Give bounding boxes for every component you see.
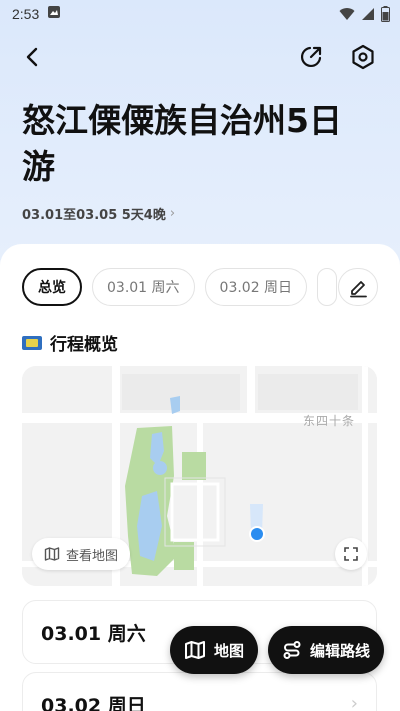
view-map-button[interactable]: 查看地图 — [32, 538, 131, 570]
overview-title-text: 行程概览 — [50, 335, 118, 355]
route-icon — [283, 641, 301, 659]
trip-dates-label: 03.01至03.05 5天4晚 — [22, 208, 166, 223]
wifi-icon — [339, 7, 355, 25]
map-street-label: 东四十条 — [302, 414, 355, 428]
tab-day-2[interactable]: 03.02 周日 — [204, 268, 308, 306]
battery-icon — [381, 6, 390, 26]
edit-tabs-button[interactable] — [338, 268, 378, 306]
map-button[interactable]: 地图 — [170, 626, 259, 674]
share-icon — [301, 46, 322, 67]
share-button[interactable] — [296, 42, 326, 72]
edit-route-label: 编辑路线 — [310, 641, 371, 660]
back-arrow-icon — [26, 47, 38, 67]
tab-day-3-partial[interactable] — [317, 268, 338, 306]
top-nav — [0, 40, 400, 76]
edit-route-button[interactable]: 编辑路线 — [268, 626, 385, 674]
day-tabs: 总览 03.01 周六 03.02 周日 — [22, 268, 338, 306]
overview-section-title: 行程概览 — [22, 330, 118, 355]
chevron-right-icon: › — [350, 693, 358, 711]
fullscreen-button[interactable] — [335, 538, 367, 570]
day-card-2-label: 03.02 周日 — [41, 694, 146, 711]
status-bar: 2:53 — [0, 0, 400, 28]
status-time: 2:53 — [12, 6, 40, 22]
fullscreen-icon — [344, 547, 358, 561]
trip-map[interactable]: 东四十条 查看地图 — [22, 366, 377, 586]
trip-dates[interactable]: 03.01至03.05 5天4晚 › — [22, 204, 175, 223]
cell-signal-icon — [361, 7, 375, 25]
map-fold-icon — [185, 641, 205, 659]
day-card-1-label: 03.01 周六 — [41, 622, 146, 645]
map-icon — [44, 547, 60, 561]
day-card-2[interactable]: 03.02 周日 › — [22, 672, 377, 711]
tab-overview[interactable]: 总览 — [22, 268, 82, 306]
page-title: 怒江傈僳族自治州5日游 — [22, 101, 342, 186]
chevron-right-icon: › — [169, 206, 176, 221]
back-button[interactable] — [18, 42, 48, 72]
view-map-label: 查看地图 — [66, 548, 119, 564]
settings-button[interactable] — [348, 42, 378, 72]
map-button-label: 地图 — [214, 641, 245, 660]
pencil-icon — [350, 281, 367, 298]
gallery-notification-icon — [47, 5, 61, 23]
tab-day-1[interactable]: 03.01 周六 — [92, 268, 195, 306]
settings-hexagon-icon — [352, 44, 374, 70]
world-map-icon — [22, 335, 42, 350]
